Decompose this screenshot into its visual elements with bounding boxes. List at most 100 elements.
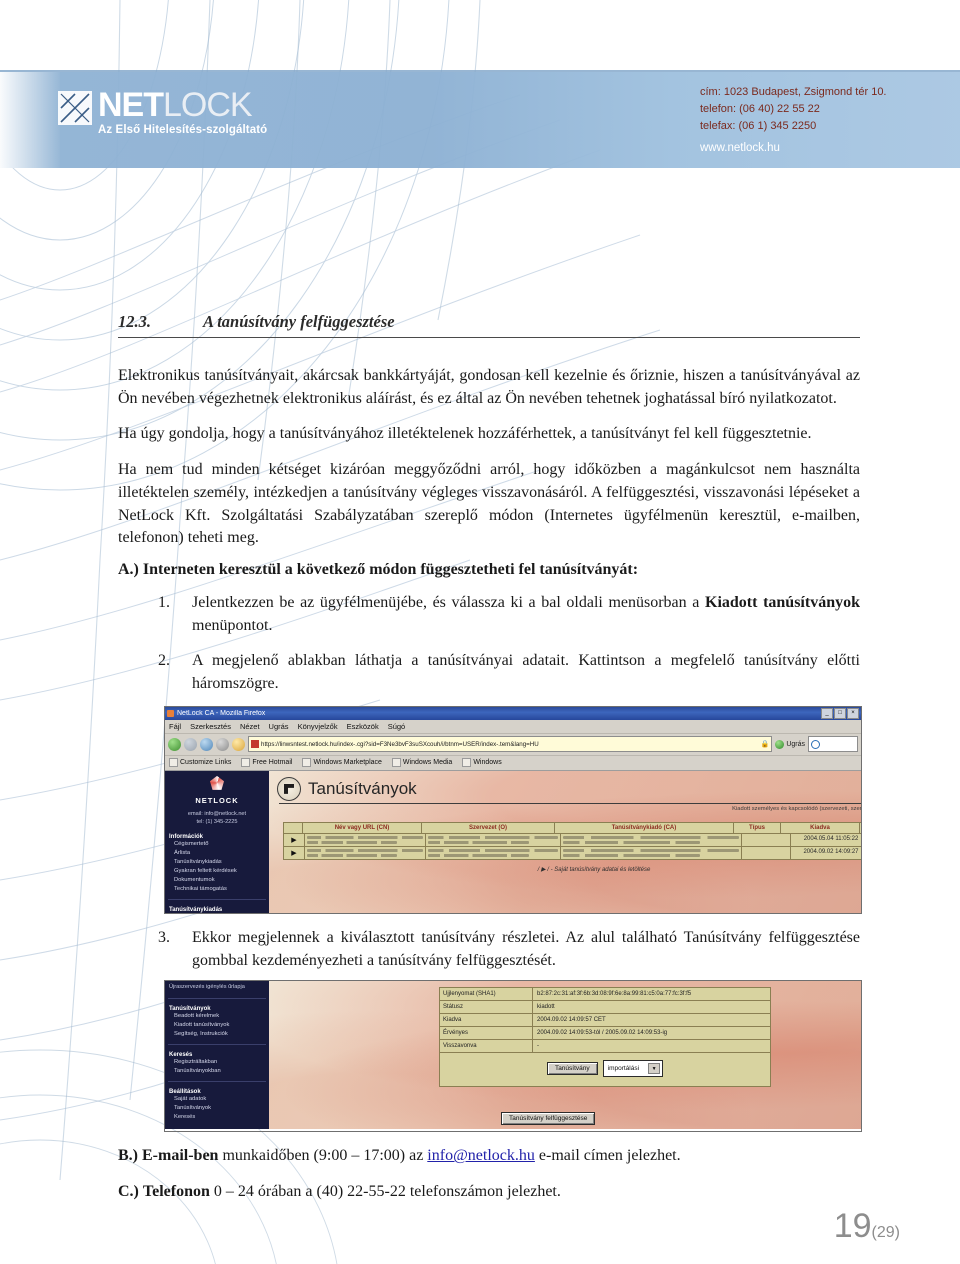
browser-menubar[interactable]: Fájl Szerkesztés Nézet Ugrás Könyvjelzők… — [165, 719, 861, 734]
reload-icon[interactable] — [200, 737, 213, 751]
detail-value: 2004.09.02 14:09:57 CET — [537, 1017, 606, 1024]
window-buttons[interactable]: _ □ × — [821, 707, 859, 719]
site-page-note: Kiadott személyes és kapcsolódó (szervez… — [732, 806, 862, 813]
sidebar-item-segitseg[interactable]: Segítség, Instrukciók — [169, 1030, 269, 1039]
table-header-type: Típus — [734, 823, 781, 834]
sidebar-item-cegismerteto[interactable]: Cégismertető — [169, 840, 269, 849]
sidebar-item-tamogatas[interactable]: Technikai támogatás — [169, 885, 269, 894]
sidebar-item-dokumentumok[interactable]: Dokumentumok — [169, 876, 269, 885]
back-icon[interactable] — [168, 737, 181, 751]
bookmark-customize-links[interactable]: Customize Links — [169, 758, 231, 768]
header-contact-info: cím: 1023 Budapest, Zsigmond tér 10. tel… — [700, 84, 887, 158]
go-label: Ugrás — [786, 740, 805, 748]
email-link[interactable]: info@netlock.hu — [427, 1147, 535, 1164]
go-button[interactable]: Ugrás — [775, 739, 805, 749]
forward-icon[interactable] — [184, 737, 197, 751]
bookmark-windows[interactable]: Windows — [462, 758, 502, 768]
browser-navigation-toolbar[interactable]: https://linwsntest.netlock.hu/index-.cgi… — [165, 733, 861, 756]
sidebar-item-tanusitvanyok[interactable]: Tanúsítványok — [169, 1104, 269, 1113]
bookmark-windows-marketplace[interactable]: Windows Marketplace — [302, 758, 382, 768]
bookmark-icon — [302, 758, 312, 768]
menu-view[interactable]: Nézet — [240, 722, 260, 731]
site-sidebar[interactable]: NETLOCK email: info@netlock.net tel: (1)… — [165, 770, 269, 913]
bookmark-label: Windows — [473, 759, 502, 767]
table-footer-note: / ▶ / - Saját tanúsítvány adatai és letö… — [537, 867, 651, 874]
sidebar-item-tanusitvanyokban[interactable]: Tanúsítványokban — [169, 1067, 269, 1076]
browser-screenshot: NetLock CA - Mozilla Firefox _ □ × Fájl … — [164, 705, 862, 914]
bookmark-icon — [462, 758, 472, 768]
sidebar-item-beadott-kerelmek[interactable]: Beadott kérelmek — [169, 1012, 269, 1021]
site-favicon — [251, 740, 259, 749]
netlock-web-page: NETLOCK email: info@netlock.net tel: (1)… — [165, 770, 862, 913]
url-input[interactable]: https://linwsntest.netlock.hu/index-.cgi… — [248, 736, 773, 753]
bookmark-free-hotmail[interactable]: Free Hotmail — [241, 758, 292, 768]
list-item: 2. A megjelenő ablakban láthatja a tanús… — [118, 650, 860, 695]
detail-value: 2004.09.02 14:09:53-tól / 2005.09.02 14:… — [537, 1030, 668, 1037]
detail-row-status: Státusz kiadott — [440, 1001, 770, 1015]
search-icon — [811, 739, 820, 749]
certificate-action-select[interactable]: importálási ▼ — [602, 1060, 664, 1078]
menu-edit[interactable]: Szerkesztés — [190, 722, 231, 731]
sidebar-phone: tel: (1) 345-2225 — [196, 819, 238, 826]
select-value: importálási — [607, 1065, 640, 1073]
sidebar-item-kereses[interactable]: Keresés — [169, 1113, 269, 1122]
step-3-text: Ekkor megjelennek a kiválasztott tanúsít… — [192, 928, 860, 969]
sidebar-item-kiadott-tanusitvanyok[interactable]: Kiadott tanúsítványok — [169, 1021, 269, 1030]
page-number-current: 19 — [833, 1207, 872, 1245]
row-expand-arrow-icon[interactable]: ▶ — [284, 847, 305, 860]
bookmark-windows-media[interactable]: Windows Media — [391, 758, 453, 768]
close-button[interactable]: × — [847, 707, 859, 719]
chevron-down-icon[interactable]: ▼ — [648, 1063, 661, 1075]
step-1-text: Jelentkezzen be az ügyfélmenüjébe, és vá… — [192, 592, 860, 637]
sidebar-item-uj-igenyles[interactable]: Újraszervezés igénylés űrlapja — [165, 981, 269, 993]
page-number-total: (29) — [871, 1224, 900, 1241]
sidebar-item-arlista[interactable]: Árlista — [169, 849, 269, 858]
menu-tools[interactable]: Eszközök — [347, 722, 379, 731]
bookmark-label: Windows Marketplace — [313, 759, 382, 767]
row-expand-arrow-icon[interactable]: ▶ — [284, 834, 305, 847]
suspend-button-wrapper: Tanúsítvány felfüggesztése — [501, 1107, 596, 1126]
certificate-button[interactable]: Tanúsítvány — [546, 1062, 598, 1076]
sidebar-brand-text: NETLOCK — [195, 795, 239, 805]
menu-file[interactable]: Fájl — [169, 722, 181, 731]
table-header-cn: Név vagy URL (CN) — [303, 823, 422, 834]
paragraph-2: Ha úgy gondolja, hogy a tanúsítványához … — [118, 425, 812, 443]
bookmark-label: Windows Media — [402, 759, 453, 767]
stop-icon[interactable] — [216, 737, 229, 751]
sidebar-group-title-2: Tanúsítványkiadás — [169, 906, 223, 913]
home-icon[interactable] — [232, 737, 245, 751]
detail-key: Visszavonva — [440, 1040, 533, 1053]
row-type — [742, 834, 791, 847]
table-row[interactable]: ▶ 2004.05.04 11:05:22 visszavont — [284, 834, 861, 848]
menu-go[interactable]: Ugrás — [269, 722, 289, 731]
page-number: 19(29) — [834, 1207, 900, 1246]
suspend-certificate-button[interactable]: Tanúsítvány felfüggesztése — [501, 1112, 596, 1126]
detail-sidebar[interactable]: Újraszervezés igénylés űrlapja Tanúsítvá… — [165, 981, 269, 1130]
menu-bookmarks[interactable]: Könyvjelzők — [298, 722, 338, 731]
sidebar-item-regisztraltakban[interactable]: Regisztráltakban — [169, 1058, 269, 1067]
table-header-arrow — [284, 823, 303, 834]
sidebar-item-gyik[interactable]: Gyakran feltett kérdések — [169, 867, 269, 876]
menu-help[interactable]: Súgó — [388, 722, 406, 731]
lock-icon: 🔒 — [760, 741, 770, 749]
section-heading: 12.3. A tanúsítvány felfüggesztése — [118, 312, 860, 338]
logo-wordmark: NETLOCK Az Első Hitelesítés-szolgáltató — [98, 88, 267, 137]
maximize-button[interactable]: □ — [834, 707, 846, 719]
row-type — [742, 847, 791, 860]
table-row[interactable]: ▶ 2004.09.02 14:09:27 érvényes — [284, 847, 861, 860]
paragraph-3: Ha nem tud minden kétséget kizáróan megg… — [118, 461, 860, 547]
sidebar-item-tanusitvanykiadas[interactable]: Tanúsítványkiadás — [169, 858, 269, 867]
bookmark-icon — [391, 758, 401, 768]
fingerprint-logo-icon — [58, 91, 92, 125]
option-b-post: e-mail címen jelezhet. — [534, 1147, 681, 1165]
list-marker-3: 3. — [158, 928, 170, 946]
step-1-text-post: menüpontot. — [192, 616, 273, 634]
minimize-button[interactable]: _ — [821, 707, 833, 719]
sidebar-item-sajat-adatok[interactable]: Saját adatok — [169, 1095, 269, 1104]
option-b-label: B.) — [118, 1147, 138, 1165]
search-input[interactable] — [808, 736, 858, 753]
row-issued: 2004.09.02 14:09:27 — [791, 847, 861, 859]
netlock-seal-icon — [277, 776, 301, 801]
bookmarks-toolbar[interactable]: Customize Links Free Hotmail Windows Mar… — [165, 755, 861, 771]
row-ca — [561, 847, 742, 860]
